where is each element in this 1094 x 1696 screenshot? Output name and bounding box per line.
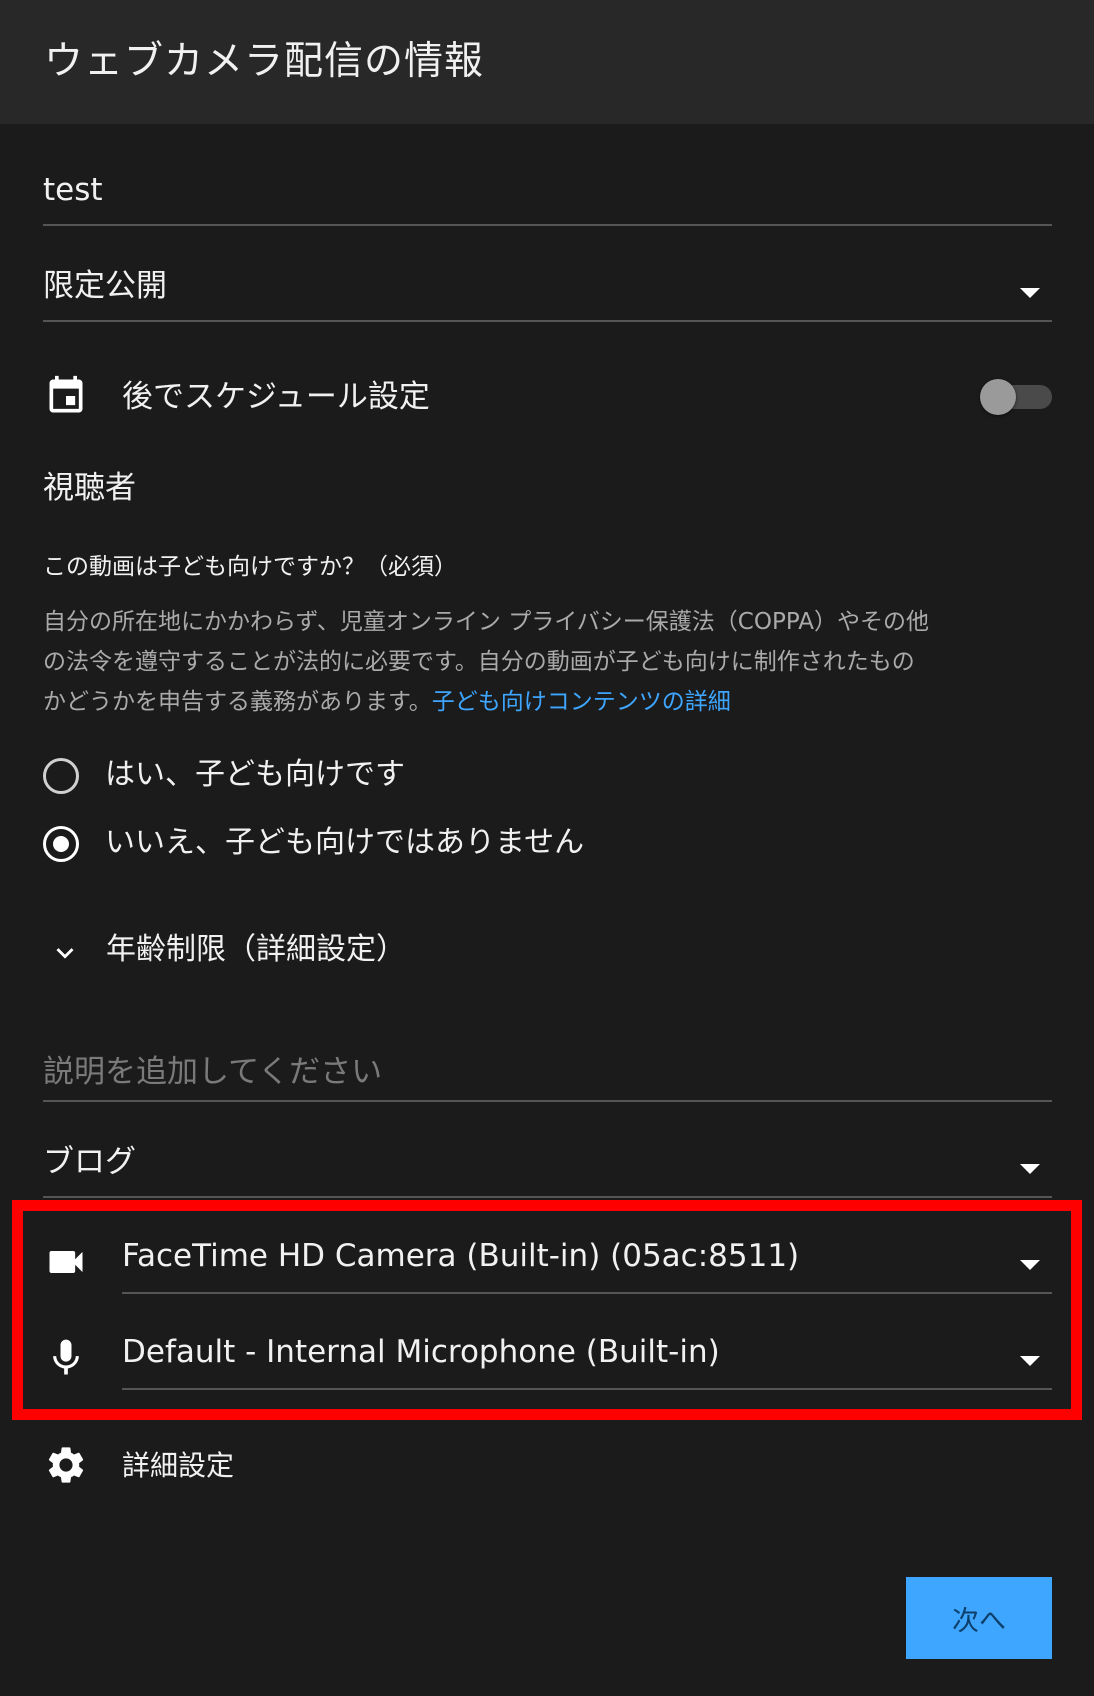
audience-question: この動画は子ども向けですか？（必須） [43,554,457,580]
schedule-toggle[interactable] [980,379,1052,415]
panel-header: ウェブカメラ配信の情報 [0,0,1094,124]
chevron-down-icon [1020,1164,1040,1174]
description-field[interactable]: 説明を追加してください [43,1042,1052,1102]
audience-description-text: かどうかを申告する義務があります。 [43,689,432,715]
radio-button-checked[interactable] [43,826,79,862]
toggle-knob [980,379,1016,415]
category-selected-value: ブログ [43,1144,136,1180]
kids-content-details-link[interactable]: 子ども向けコンテンツの詳細 [432,689,731,715]
schedule-label: 後でスケジュール設定 [122,379,430,415]
audience-description: 自分の所在地にかかわらず、児童オンライン プライバシー保護法（COPPA）やその… [43,602,1053,722]
radio-label: はい、子ども向けです [105,757,405,792]
page-title: ウェブカメラ配信の情報 [44,39,485,84]
age-restriction-label: 年齢制限（詳細設定） [106,932,406,967]
visibility-selected-value: 限定公開 [43,268,167,304]
radio-button-unchecked[interactable] [43,758,79,794]
title-field[interactable]: test [43,166,1052,226]
audience-description-line: 自分の所在地にかかわらず、児童オンライン プライバシー保護法（COPPA）やその… [43,609,929,635]
title-field-value: test [43,172,103,208]
highlight-box [12,1200,1082,1420]
next-button[interactable]: 次へ [906,1577,1052,1659]
calendar-icon [49,375,83,413]
chevron-down-icon [56,948,74,959]
description-placeholder: 説明を追加してください [43,1054,383,1090]
radio-dot [53,836,69,852]
gear-icon[interactable] [44,1443,88,1487]
category-dropdown[interactable]: ブログ [43,1138,1052,1198]
advanced-settings-link[interactable]: 詳細設定 [122,1446,234,1486]
chevron-down-icon [1020,288,1040,298]
webcam-stream-info-panel: ウェブカメラ配信の情報 test 限定公開 後でスケジュール設定 視聴者 この動… [0,0,1094,1696]
audience-description-line: の法令を遵守することが法的に必要です。自分の動画が子ども向けに制作されたもの [43,649,915,675]
audience-description-line: かどうかを申告する義務があります。子ども向けコンテンツの詳細 [43,682,1053,722]
radio-label: いいえ、子ども向けではありません [105,825,585,860]
audience-heading: 視聴者 [43,470,136,506]
visibility-dropdown[interactable]: 限定公開 [43,262,1052,322]
